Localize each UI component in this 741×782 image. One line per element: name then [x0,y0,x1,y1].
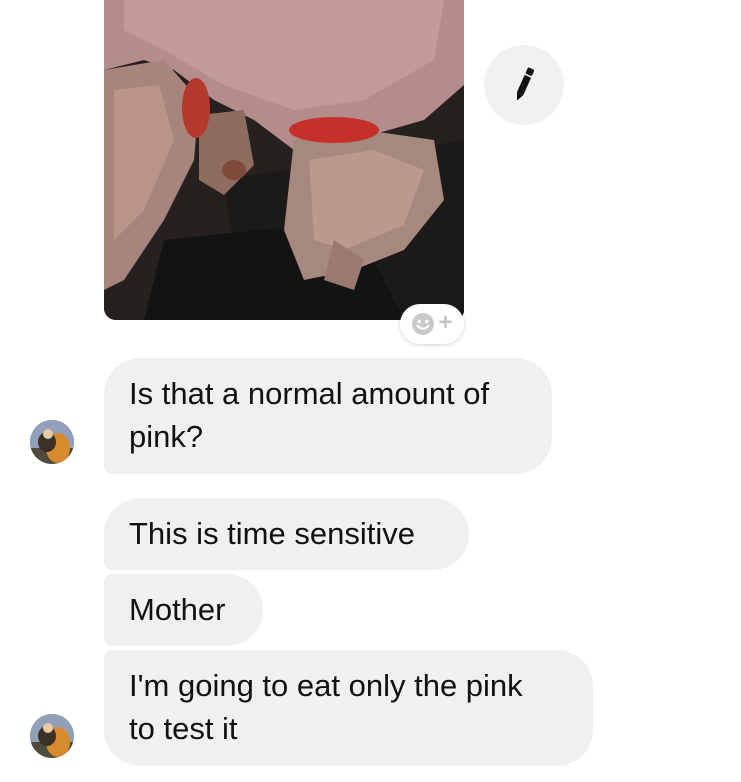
message-bubble[interactable]: I'm going to eat only the pink to test i… [104,650,593,766]
edit-photo-button[interactable] [484,45,564,125]
meatloaf-photo-image [104,0,464,320]
add-reaction-button[interactable]: + [400,304,464,344]
shared-photo[interactable] [104,0,464,320]
avatar-image [30,714,74,758]
message-bubble[interactable]: This is time sensitive [104,498,469,570]
contact-avatar[interactable] [30,420,74,464]
pencil-icon [516,67,535,101]
contact-avatar[interactable] [30,714,74,758]
message-bubble[interactable]: Is that a normal amount of pink? [104,358,552,474]
message-bubble[interactable]: Mother [104,574,263,646]
avatar-image [30,420,74,464]
smiley-icon [412,313,435,335]
plus-icon: + [438,309,453,336]
